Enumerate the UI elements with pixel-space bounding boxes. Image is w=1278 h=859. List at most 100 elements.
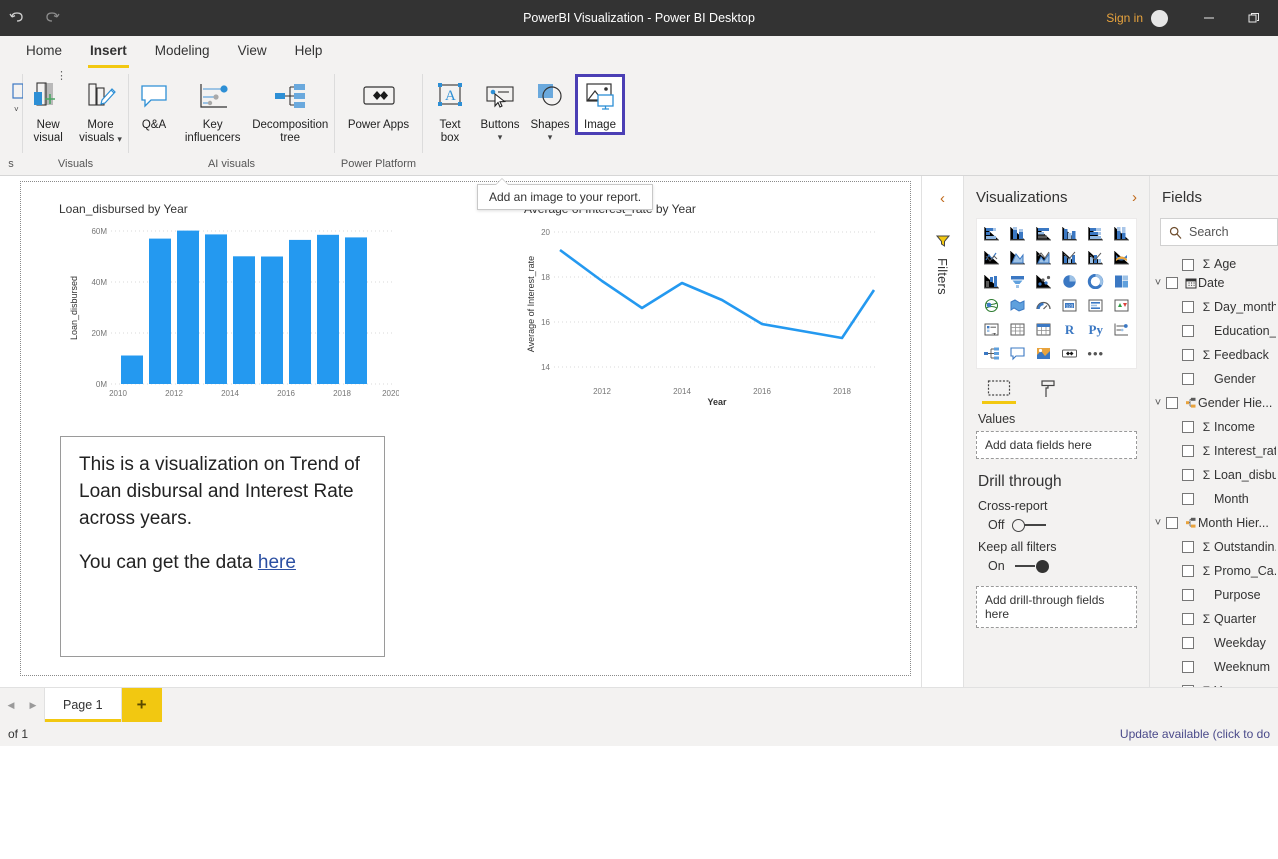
field-checkbox[interactable] (1182, 259, 1194, 271)
field-row[interactable]: ΣOutstandin... (1150, 535, 1278, 559)
chevron-down-icon-shapes[interactable]: ▾ (548, 133, 553, 142)
field-checkbox[interactable] (1182, 421, 1194, 433)
map-icon[interactable] (979, 295, 1003, 316)
qanda-gallery-icon[interactable] (1005, 343, 1029, 364)
slicer-icon[interactable] (979, 319, 1003, 340)
clustered-column-chart-icon[interactable] (1057, 223, 1081, 244)
field-checkbox[interactable] (1182, 349, 1194, 361)
line-chart-icon[interactable] (979, 247, 1003, 268)
area-chart-icon[interactable] (1005, 247, 1029, 268)
visual-bar-chart[interactable]: Loan_disbursed by Year 60M 40M 20M 0M 20… (59, 202, 400, 411)
stacked-area-chart-icon[interactable] (1031, 247, 1055, 268)
page-tab-page-1[interactable]: Page 1 (44, 688, 122, 722)
sign-in-button[interactable]: Sign in (1098, 11, 1151, 25)
key-influencers-button[interactable]: Key influencers (179, 74, 246, 145)
decomposition-tree-button[interactable]: Decomposition tree (246, 74, 334, 145)
clustered-bar-chart-icon[interactable] (1031, 223, 1055, 244)
field-row[interactable]: Σ Day_month (1150, 295, 1278, 319)
key-influencers-gallery-icon[interactable] (1110, 319, 1134, 340)
image-button[interactable]: Image (575, 74, 625, 135)
field-row[interactable]: ˅ Gender Hie... (1150, 391, 1278, 415)
field-row[interactable]: Σ Feedback (1150, 343, 1278, 367)
donut-chart-icon[interactable] (1084, 271, 1108, 292)
field-checkbox[interactable] (1182, 469, 1194, 481)
field-checkbox[interactable] (1182, 637, 1194, 649)
visual-line-chart[interactable]: Average of Interest_rate by Year 2018 16… (524, 202, 894, 407)
chevron-down-icon[interactable]: ˅ (1150, 397, 1166, 409)
card-icon[interactable]: 123 (1057, 295, 1081, 316)
ribbon-tab-modeling[interactable]: Modeling (141, 36, 224, 68)
kpi-icon[interactable] (1110, 295, 1134, 316)
text-box-link-here[interactable]: here (258, 552, 296, 573)
text-box-button[interactable]: A Text box (425, 74, 475, 145)
fields-tab[interactable] (982, 379, 1016, 404)
ribbon-tab-home[interactable]: Home (12, 36, 76, 68)
funnel-chart-icon[interactable] (1005, 271, 1029, 292)
chevron-right-icon[interactable]: › (1132, 189, 1137, 206)
gauge-icon[interactable] (1031, 295, 1055, 316)
field-row[interactable]: Weeknum (1150, 655, 1278, 679)
filters-pane-collapsed[interactable]: ‹ Filters (922, 176, 964, 687)
field-checkbox[interactable] (1182, 565, 1194, 577)
buttons-button[interactable]: Buttons ▾ (475, 74, 525, 142)
100-stacked-column-chart-icon[interactable] (1110, 223, 1134, 244)
minimize-button[interactable] (1186, 0, 1231, 36)
arcgis-maps-icon[interactable] (1031, 343, 1055, 364)
100-stacked-bar-chart-icon[interactable] (1084, 223, 1108, 244)
clipped-ribbon-item[interactable]: ˅ (0, 74, 23, 119)
report-page-canvas[interactable]: Loan_disbursed by Year 60M 40M 20M 0M 20… (20, 181, 911, 676)
field-row[interactable]: Σ Quarter (1150, 607, 1278, 631)
qanda-button[interactable]: Q&A (129, 74, 179, 132)
redo-arrow-icon[interactable] (34, 0, 68, 36)
field-checkbox[interactable] (1182, 613, 1194, 625)
field-row[interactable]: Purpose (1150, 583, 1278, 607)
field-checkbox[interactable] (1182, 301, 1194, 313)
chevron-left-icon[interactable]: ‹ (940, 190, 945, 207)
keep-all-filters-toggle-row[interactable]: On (976, 559, 1137, 573)
line-stacked-column-chart-icon[interactable] (1057, 247, 1081, 268)
field-checkbox[interactable] (1182, 325, 1194, 337)
treemap-icon[interactable] (1110, 271, 1134, 292)
chevron-down-icon[interactable]: ▾ (117, 134, 122, 144)
nav-prev-icon[interactable]: ◀ (0, 688, 22, 722)
field-checkbox[interactable] (1166, 397, 1178, 409)
cross-report-toggle-row[interactable]: Off (976, 518, 1137, 532)
field-row[interactable]: Σ Age (1150, 257, 1278, 271)
report-canvas-area[interactable]: Loan_disbursed by Year 60M 40M 20M 0M 20… (0, 176, 922, 687)
field-row[interactable]: ΣInterest_rate (1150, 439, 1278, 463)
more-options-icon[interactable]: ••• (1084, 343, 1108, 364)
paginated-report-icon[interactable] (1057, 343, 1081, 364)
chevron-down-icon-buttons[interactable]: ▾ (498, 133, 503, 142)
field-row[interactable]: Month (1150, 487, 1278, 511)
account-avatar[interactable] (1151, 9, 1168, 27)
field-row[interactable]: ˅ Date (1150, 271, 1278, 295)
field-checkbox[interactable] (1182, 493, 1194, 505)
field-checkbox[interactable] (1182, 589, 1194, 601)
fields-list[interactable]: ΣAge˅DateΣDay_monthEducation_l...ΣFeedba… (1150, 257, 1278, 687)
field-row[interactable]: ΣYear (1150, 679, 1278, 687)
decomposition-tree-gallery-icon[interactable] (979, 343, 1003, 364)
keep-all-filters-toggle[interactable] (1013, 559, 1049, 573)
matrix-icon[interactable] (1031, 319, 1055, 340)
ribbon-chart-icon[interactable] (1110, 247, 1134, 268)
undo-arrow-icon[interactable] (0, 0, 34, 36)
field-row[interactable]: Gender (1150, 367, 1278, 391)
field-row[interactable]: Weekday (1150, 631, 1278, 655)
new-visual-button[interactable]: New visual (23, 74, 73, 145)
values-dropzone[interactable]: Add data fields here (976, 431, 1137, 459)
visual-text-box[interactable]: This is a visualization on Trend of Loan… (60, 436, 385, 657)
pie-chart-icon[interactable] (1057, 271, 1081, 292)
multi-row-card-icon[interactable] (1084, 295, 1108, 316)
field-row[interactable]: Σ Income (1150, 415, 1278, 439)
stacked-column-chart-icon[interactable] (1005, 223, 1029, 244)
drill-through-dropzone[interactable]: Add drill-through fields here (976, 586, 1137, 628)
field-checkbox[interactable] (1182, 685, 1194, 687)
nav-next-icon[interactable]: ▶ (22, 688, 44, 722)
update-available-link[interactable]: Update available (click to do (1120, 727, 1270, 741)
power-apps-button[interactable]: Power Apps (342, 74, 415, 132)
chevron-down-icon[interactable]: ˅ (1150, 277, 1166, 289)
field-row[interactable]: Education_l... (1150, 319, 1278, 343)
table-icon[interactable] (1005, 319, 1029, 340)
shapes-button[interactable]: Shapes ▾ (525, 74, 575, 142)
ribbon-tab-help[interactable]: Help (281, 36, 337, 68)
